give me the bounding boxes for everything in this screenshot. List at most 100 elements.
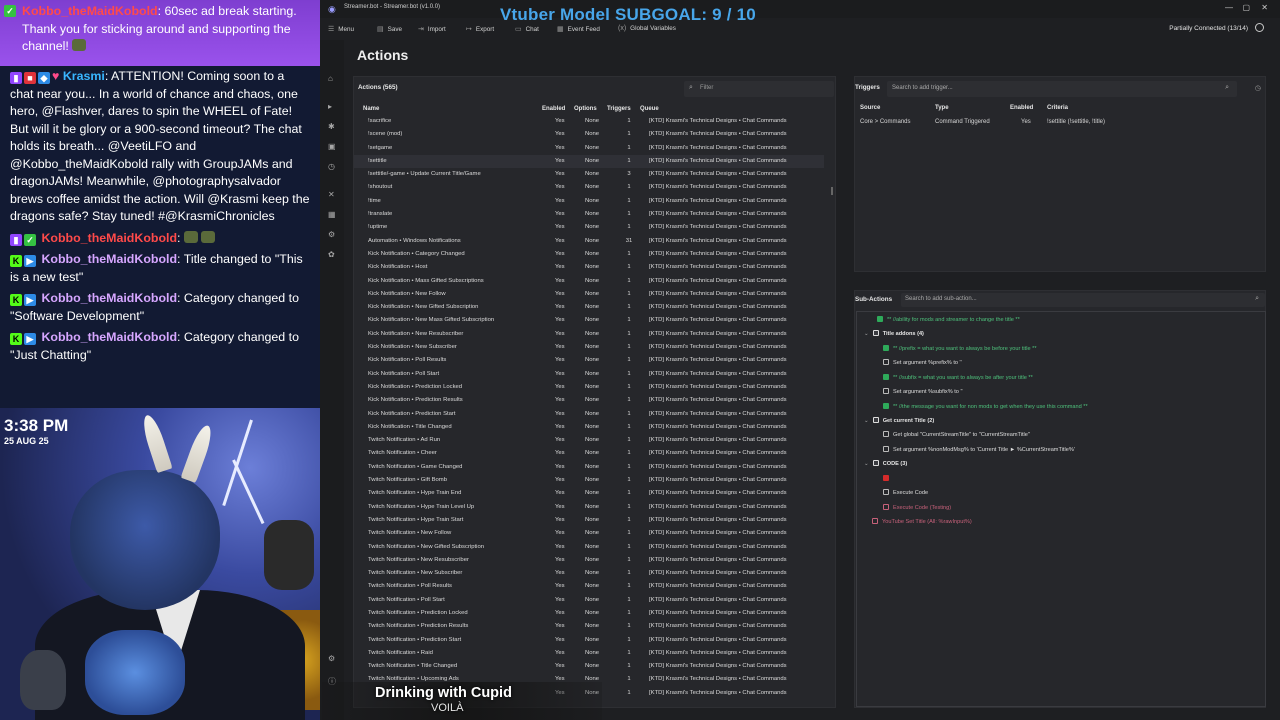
table-row[interactable]: Automation • Windows Notifications Yes Non… bbox=[354, 235, 824, 248]
save-button[interactable]: ▤ Save bbox=[377, 25, 402, 33]
settings-icon[interactable]: ⚙ bbox=[328, 654, 335, 663]
history-icon[interactable]: ◷ bbox=[1255, 84, 1261, 92]
col-enabled[interactable]: Enabled bbox=[542, 106, 565, 112]
table-row[interactable]: Twitch Notification • Raid Yes None 1 [KTD] … bbox=[354, 647, 824, 660]
table-row[interactable]: Kick Notification • Category Changed Yes N… bbox=[354, 248, 824, 261]
table-row[interactable]: Kick Notification • Poll Results Yes None 1… bbox=[354, 354, 824, 367]
trigger-search-input[interactable]: Search to add trigger... ⌕ bbox=[887, 81, 1237, 97]
table-row[interactable]: Kick Notification • Title Changed Yes None… bbox=[354, 421, 824, 434]
table-row[interactable]: Twitch Notification • Hype Train End Yes N… bbox=[354, 487, 824, 500]
table-row[interactable]: Twitch Notification • Prediction Locked Y… bbox=[354, 607, 824, 620]
table-row[interactable]: Kick Notification • New Subscriber Yes Non… bbox=[354, 341, 824, 354]
connection-status[interactable]: Partially Connected (13/14) bbox=[1169, 25, 1248, 32]
table-row[interactable]: Kick Notification • Prediction Results Ye… bbox=[354, 394, 824, 407]
subaction-item[interactable]: ** //ability for mods and streamer to ch… bbox=[877, 316, 1020, 323]
subaction-item[interactable]: Set argument %nonModMsg% to 'Current Tit… bbox=[883, 446, 1075, 453]
subaction-item[interactable]: Execute Code bbox=[883, 489, 928, 496]
table-row[interactable]: Twitch Notification • New Subscriber Yes N… bbox=[354, 567, 824, 580]
table-row[interactable]: Twitch Notification • Hype Train Start Ye… bbox=[354, 514, 824, 527]
subaction-group[interactable]: ⌄ CODE (3) bbox=[864, 460, 907, 467]
connection-icon[interactable] bbox=[1255, 23, 1264, 32]
table-row[interactable]: Twitch Notification • Cheer Yes None 1 [KTD]… bbox=[354, 447, 824, 460]
table-row[interactable]: !settitle Yes None 1 [KTD] Krasmi's Technica… bbox=[354, 154, 824, 169]
table-row[interactable]: !settitle/-game • Update Current Title/G… bbox=[354, 168, 824, 181]
export-button[interactable]: ↦ Export bbox=[466, 25, 494, 33]
subaction-item[interactable]: Execute Code (Testing) bbox=[883, 504, 951, 511]
col-type[interactable]: Type bbox=[935, 105, 949, 111]
table-row[interactable]: Twitch Notification • Title Changed Yes No… bbox=[354, 660, 824, 673]
subaction-group[interactable]: ⌄ Get current Title (2) bbox=[864, 417, 934, 424]
subaction-item[interactable]: ** //subfix = what you want to always be… bbox=[883, 374, 1033, 381]
actions-icon[interactable]: ▸ bbox=[328, 102, 332, 111]
subaction-group[interactable]: ⌄ Title addons (4) bbox=[864, 330, 924, 337]
table-row[interactable]: Kick Notification • Prediction Locked Yes… bbox=[354, 381, 824, 394]
table-row[interactable]: Kick Notification • New Mass Gifted Subs… bbox=[354, 314, 824, 327]
filter-input[interactable]: ⌕ Filter bbox=[684, 81, 834, 97]
import-button[interactable]: ⇥ Import bbox=[418, 25, 446, 33]
table-row[interactable]: !uptime Yes None 1 [KTD] Krasmi's Technical … bbox=[354, 221, 824, 234]
table-row[interactable]: Kick Notification • New Resubscriber Yes N… bbox=[354, 328, 824, 341]
global-variables-button[interactable]: (x) Global Variables bbox=[618, 25, 676, 32]
table-row[interactable]: !translate Yes None 1 [KTD] Krasmi's Technic… bbox=[354, 208, 824, 221]
table-row[interactable]: Twitch Notification • New Resubscriber Ye… bbox=[354, 554, 824, 567]
servers-icon[interactable]: ▦ bbox=[328, 210, 336, 219]
col-name[interactable]: Name bbox=[363, 106, 379, 112]
chat-button[interactable]: ▭ Chat bbox=[515, 25, 539, 33]
subaction-item[interactable]: Set argument %subfix% to '' bbox=[883, 388, 963, 395]
col-enabled[interactable]: Enabled bbox=[1010, 105, 1033, 111]
event-feed-button[interactable]: ▦ Event Feed bbox=[557, 25, 600, 33]
trigger-criteria[interactable]: !settitle (!settitle, !title) bbox=[1047, 119, 1105, 125]
subaction-item[interactable] bbox=[883, 475, 893, 482]
timers-icon[interactable]: ◷ bbox=[328, 162, 335, 171]
tools-icon[interactable]: ✱ bbox=[328, 122, 335, 131]
table-row[interactable]: Kick Notification • Poll Start Yes None 1 [K… bbox=[354, 368, 824, 381]
table-row[interactable]: !scene (mod) Yes None 1 [KTD] Krasmi's Techn… bbox=[354, 128, 824, 141]
col-queue[interactable]: Queue bbox=[640, 106, 659, 112]
close-icon[interactable]: ✕ bbox=[1261, 3, 1268, 12]
table-row[interactable]: Twitch Notification • New Gifted Subscri… bbox=[354, 541, 824, 554]
table-row[interactable]: !setgame Yes None 1 [KTD] Krasmi's Technical… bbox=[354, 142, 824, 155]
table-row[interactable]: Twitch Notification • Poll Results Yes Non… bbox=[354, 580, 824, 593]
table-row[interactable]: Twitch Notification • Hype Train Level U… bbox=[354, 501, 824, 514]
trigger-source[interactable]: Core > Commands bbox=[860, 119, 911, 125]
table-row[interactable]: Twitch Notification • Poll Start Yes None 1… bbox=[354, 594, 824, 607]
table-row[interactable]: Twitch Notification • Prediction Results… bbox=[354, 620, 824, 633]
menu-button[interactable]: ☰ Menu bbox=[328, 25, 354, 33]
table-row[interactable]: Twitch Notification • Game Changed Yes Non… bbox=[354, 461, 824, 474]
chevron-down-icon[interactable]: ⌄ bbox=[864, 461, 869, 467]
subaction-item[interactable]: Get global "CurrentStreamTitle" to "Curr… bbox=[883, 431, 1030, 438]
home-icon[interactable]: ⌂ bbox=[328, 74, 333, 83]
table-row[interactable]: !time Yes None 1 [KTD] Krasmi's Technical De… bbox=[354, 195, 824, 208]
subaction-item[interactable]: Set argument %prefix% to '' bbox=[883, 359, 962, 366]
table-row[interactable]: Twitch Notification • Ad Run Yes None 1 [KTD… bbox=[354, 434, 824, 447]
commands-icon[interactable]: ▣ bbox=[328, 142, 336, 151]
scrollbar[interactable] bbox=[831, 187, 833, 195]
table-row[interactable]: Kick Notification • Mass Gifted Subscrip… bbox=[354, 275, 824, 288]
col-triggers[interactable]: Triggers bbox=[607, 106, 631, 112]
subaction-item[interactable]: YouTube Set Title (All: %rawInput%) bbox=[872, 518, 972, 525]
table-row[interactable]: !sacrifice Yes None 1 [KTD] Krasmi's Technic… bbox=[354, 115, 824, 128]
platforms-icon[interactable]: ⚙ bbox=[328, 230, 335, 239]
table-row[interactable]: !shoutout Yes None 1 [KTD] Krasmi's Technica… bbox=[354, 181, 824, 194]
subaction-item[interactable]: ** //the message you want for non mods t… bbox=[883, 403, 1088, 410]
maximize-icon[interactable]: ▢ bbox=[1242, 3, 1250, 12]
table-row[interactable]: Twitch Notification • New Follow Yes None 1… bbox=[354, 527, 824, 540]
table-row[interactable]: Kick Notification • Host Yes None 1 [KTD] Kr… bbox=[354, 261, 824, 274]
col-criteria[interactable]: Criteria bbox=[1047, 105, 1068, 111]
chevron-down-icon[interactable]: ⌄ bbox=[864, 331, 869, 337]
bug-icon[interactable]: ✿ bbox=[328, 250, 335, 259]
table-row[interactable]: Twitch Notification • Gift Bomb Yes None 1 [… bbox=[354, 474, 824, 487]
table-row[interactable]: Twitch Notification • Prediction Start Ye… bbox=[354, 634, 824, 647]
col-source[interactable]: Source bbox=[860, 105, 880, 111]
table-row[interactable]: Kick Notification • New Follow Yes None 1 [K… bbox=[354, 288, 824, 301]
trigger-type[interactable]: Command Triggered bbox=[935, 119, 990, 125]
chevron-down-icon[interactable]: ⌄ bbox=[864, 418, 869, 424]
subaction-search-input[interactable]: Search to add sub-action... ⌕ bbox=[901, 293, 1265, 307]
minimize-icon[interactable]: — bbox=[1225, 3, 1233, 12]
trigger-enabled[interactable]: Yes bbox=[1021, 119, 1031, 125]
integrations-icon[interactable]: ✕ bbox=[328, 190, 335, 199]
col-options[interactable]: Options bbox=[574, 106, 597, 112]
table-row[interactable]: Kick Notification • New Gifted Subscript… bbox=[354, 301, 824, 314]
subaction-item[interactable]: ** //prefix = what you want to always be… bbox=[883, 345, 1037, 352]
table-row[interactable]: Kick Notification • Prediction Start Yes N… bbox=[354, 408, 824, 421]
